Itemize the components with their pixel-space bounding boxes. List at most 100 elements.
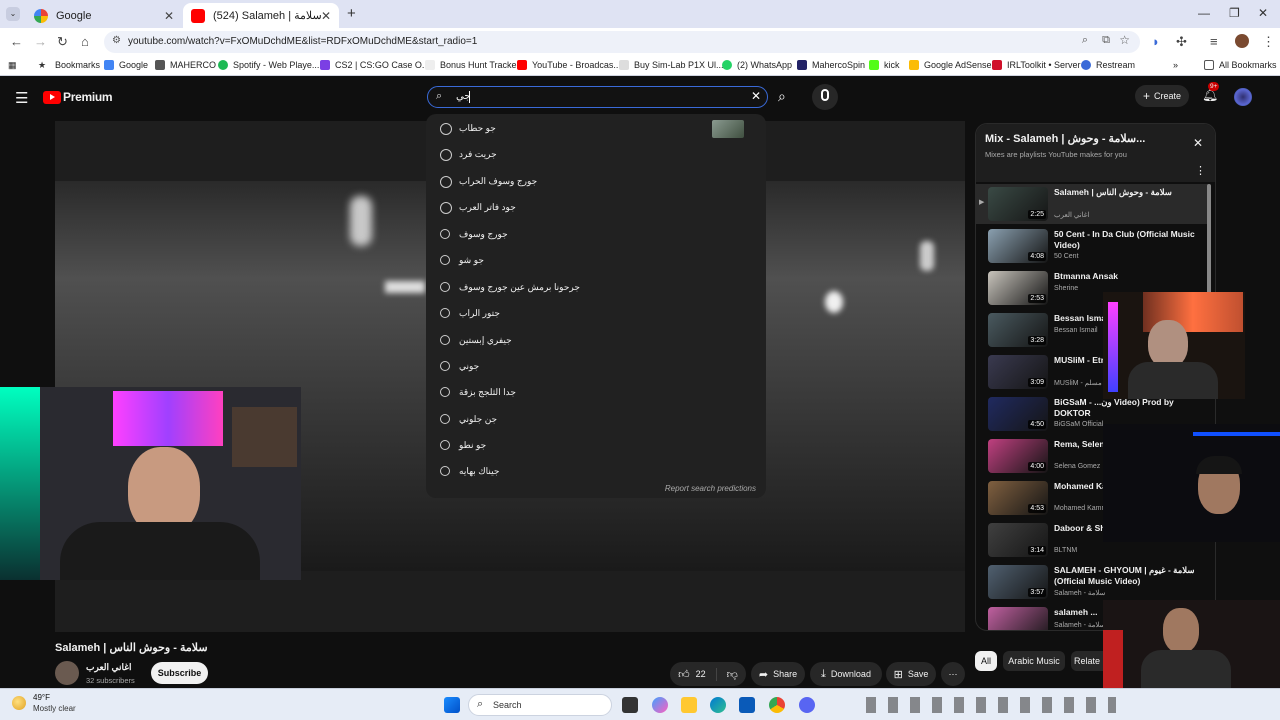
chrome-icon[interactable] (769, 697, 785, 713)
close-window-button[interactable]: ✕ (1258, 6, 1268, 20)
windows-start-icon[interactable] (444, 697, 460, 713)
back-icon[interactable]: ← (10, 34, 23, 49)
bookmark-item[interactable]: YouTube - Broadcas... (517, 60, 621, 70)
webcam-monitor (113, 391, 223, 446)
chip-related[interactable]: Relate (1071, 651, 1103, 671)
playlist-item[interactable]: 2:25 Salameh | سلامة - وحوش الناس اغاني ال… (988, 187, 1208, 227)
profile-avatar[interactable] (1235, 34, 1249, 48)
dislike-button[interactable]: 👎︎ (717, 668, 738, 681)
suggestion-item[interactable]: جود فاتر العرب (426, 195, 766, 221)
maximize-button[interactable]: ❐ (1229, 6, 1240, 20)
suggestion-item[interactable]: جورج وسوف (426, 222, 766, 248)
hamburger-menu-icon[interactable]: ☰ (15, 89, 28, 107)
video-duration: 4:53 (1028, 504, 1046, 513)
suggestion-item[interactable]: جو حطاب (426, 116, 766, 142)
bookmark-item[interactable]: IRLToolkit • Server (992, 60, 1081, 70)
suggestion-item[interactable]: جورج وسوف الحراب (426, 169, 766, 195)
bookmark-item[interactable]: Restream (1081, 60, 1135, 70)
copilot-icon[interactable] (652, 697, 668, 713)
taskbar-search[interactable]: ⌕ Search (468, 694, 612, 716)
suggestion-item[interactable]: جوني (426, 354, 766, 380)
zoom-icon[interactable]: ⌕ (1082, 34, 1088, 47)
close-mix-icon[interactable]: ✕ (1193, 136, 1203, 150)
file-explorer-icon[interactable] (681, 697, 697, 713)
suggestion-item[interactable]: جو نطو (426, 433, 766, 459)
subscribe-button[interactable]: Subscribe (151, 662, 208, 684)
playlist-item[interactable]: 3:57 SALAMEH - GHYOUM | سلامة - غيوم (Off… (988, 565, 1208, 605)
suggestion-item[interactable]: جتور الراب (426, 301, 766, 327)
edge-icon[interactable] (710, 697, 726, 713)
bookmark-item[interactable]: CS2 | CS:GO Case O... (320, 60, 429, 70)
weather-icon[interactable] (12, 696, 26, 710)
channel-avatar[interactable] (55, 661, 79, 685)
forward-icon[interactable]: → (34, 34, 47, 49)
save-button[interactable]: ⊞ Save (886, 662, 936, 686)
bookmark-item[interactable]: MAHERCO (155, 60, 216, 70)
search-input[interactable]: ⌕ جي ✕ (427, 86, 768, 108)
channel-name[interactable]: اغاني العرب (86, 662, 131, 673)
download-button[interactable]: ⤓ Download (810, 662, 882, 686)
reload-icon[interactable]: ↻ (57, 34, 68, 50)
account-avatar[interactable] (1234, 88, 1252, 106)
whatsapp-icon (722, 60, 732, 70)
playlist-item[interactable]: 4:08 50 Cent - In Da Club (Official Music… (988, 229, 1208, 269)
tab-youtube[interactable]: (524) Salameh | وحوش الناس - سلامة ✕ (183, 3, 339, 28)
extension-icon[interactable]: ◗ (1152, 34, 1160, 49)
more-bookmarks-icon[interactable]: » (1173, 60, 1178, 70)
omnibox[interactable]: ⚙ youtube.com/watch?v=FxOMuDchdME&list=R… (104, 31, 1140, 53)
bookmark-item[interactable]: Bonus Hunt Tracker (425, 60, 520, 70)
install-icon[interactable]: ⧉ (1102, 34, 1110, 47)
bookmark-item[interactable]: Buy Sim-Lab P1X Ul... (619, 60, 724, 70)
bookmark-item[interactable]: Spotify - Web Playe... (218, 60, 319, 70)
share-button[interactable]: ➦ Share (751, 662, 805, 686)
suggestion-item[interactable]: جيناك بهايه (426, 459, 766, 485)
bookmark-item[interactable]: ★ Bookmarks (38, 60, 100, 70)
chip-all[interactable]: All (975, 651, 997, 671)
tab-title: (524) Salameh | وحوش الناس - سلامة (213, 10, 325, 22)
bookmark-star-icon[interactable]: ☆ (1119, 33, 1130, 47)
new-tab-button[interactable]: + (347, 5, 356, 22)
bookmark-item[interactable]: Google AdSense (909, 60, 992, 70)
close-tab-icon[interactable]: ✕ (321, 9, 331, 23)
weather-desc: Mostly clear (33, 704, 76, 713)
site-info-icon[interactable]: ⚙ (112, 35, 121, 46)
youtube-logo[interactable]: Premium (43, 90, 113, 104)
history-icon (440, 202, 452, 214)
bookmark-item[interactable]: kick (869, 60, 900, 70)
suggestion-item[interactable]: جو شو (426, 248, 766, 274)
home-icon[interactable]: ⌂ (81, 34, 89, 49)
tab-google[interactable]: Google ✕ (26, 3, 182, 28)
bookmark-item[interactable]: Google (104, 60, 148, 70)
apps-grid-icon[interactable]: ▦ (8, 60, 17, 71)
tray-icons[interactable] (866, 697, 1116, 713)
report-search-predictions-link[interactable]: Report search predictions (665, 484, 756, 493)
create-button[interactable]: + Create (1135, 85, 1189, 107)
clear-search-icon[interactable]: ✕ (751, 89, 761, 103)
suggestion-item[interactable]: جيفري إبستين (426, 328, 766, 354)
youtube-icon (191, 8, 205, 23)
chip-arabic-music[interactable]: Arabic Music (1003, 651, 1065, 671)
like-button[interactable]: 👍︎ 22 (678, 667, 717, 681)
suggestion-item[interactable]: جريت فرد (426, 142, 766, 168)
tab-search-button[interactable]: ⌄ (6, 7, 20, 21)
suggestion-item[interactable]: جن جلوني (426, 407, 766, 433)
media-icon[interactable]: ≡ (1210, 34, 1218, 49)
suggestion-item[interactable]: جرحونا برمش عين جورج وسوف (426, 275, 766, 301)
suggestion-item[interactable]: جدا الثلجج بزقة (426, 380, 766, 406)
discord-icon[interactable] (799, 697, 815, 713)
more-actions-button[interactable]: ⋯ (941, 662, 965, 686)
close-tab-icon[interactable]: ✕ (164, 9, 174, 23)
store-icon[interactable] (739, 697, 755, 713)
minimize-button[interactable]: — (1198, 6, 1210, 20)
person-body (1128, 362, 1218, 399)
webcam-overlay-right-1 (1103, 292, 1245, 399)
bookmark-item[interactable]: MahercoSpin (797, 60, 865, 70)
extensions-puzzle-icon[interactable]: ✣ (1176, 34, 1187, 50)
search-button[interactable]: ⌕ (772, 86, 798, 108)
task-view-icon[interactable] (622, 697, 638, 713)
all-bookmarks[interactable]: All Bookmarks (1204, 60, 1277, 70)
bookmark-item[interactable]: (2) WhatsApp (722, 60, 792, 70)
voice-search-button[interactable] (812, 84, 838, 110)
menu-kebab-icon[interactable]: ⋮ (1262, 34, 1275, 50)
mix-menu-icon[interactable]: ⋮ (1195, 164, 1206, 177)
